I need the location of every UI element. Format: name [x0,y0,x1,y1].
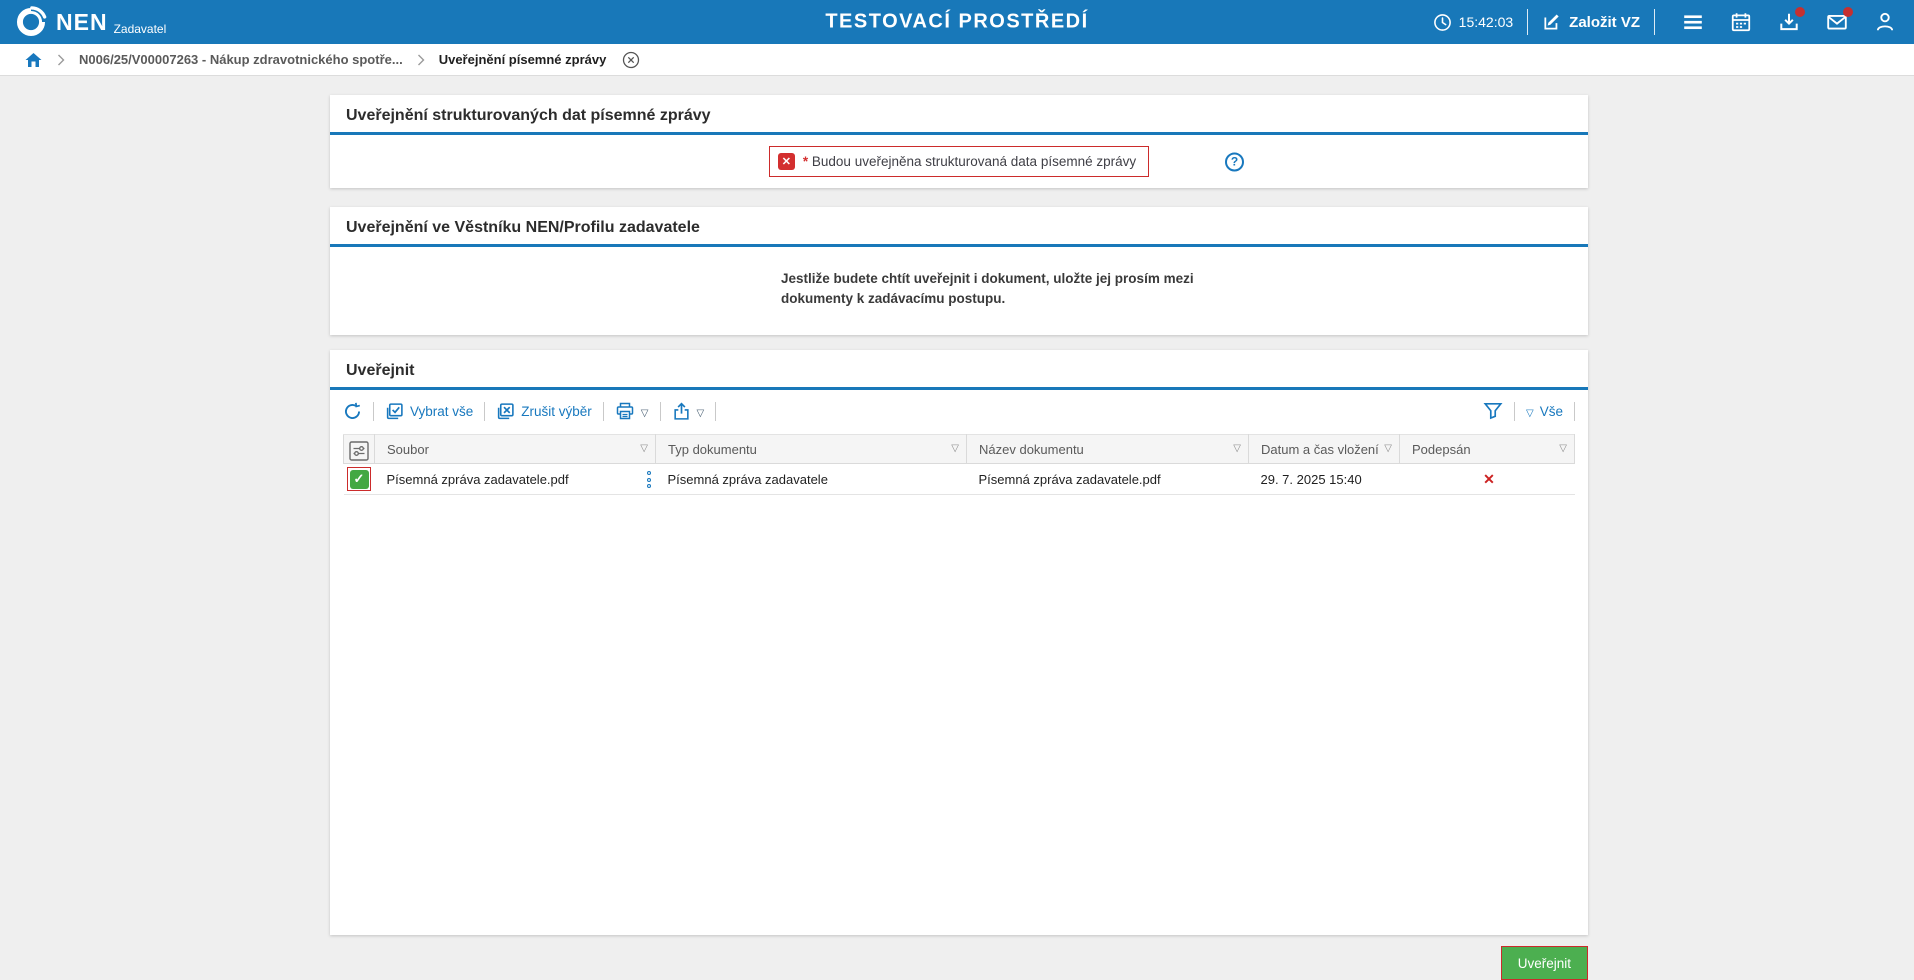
divider [1654,9,1655,35]
toolbar-divider [715,402,716,421]
logo-subtitle: Zadavatel [114,22,167,36]
column-settings-icon [348,440,370,462]
export-options-caret[interactable] [697,404,705,419]
clear-selection-icon [496,402,515,421]
table-row[interactable]: Písemná zpráva zadavatele.pdf Písemná zp… [344,464,1575,495]
create-vz-button[interactable]: Založit VZ [1542,12,1640,32]
cell-nazev-dokumentu: Písemná zpráva zadavatele.pdf [967,464,1249,495]
menu-icon[interactable] [1682,11,1704,33]
print-icon [615,401,635,421]
bulletin-note: Jestliže budete chtít uveřejnit i dokume… [781,269,1259,309]
home-icon[interactable] [24,51,43,69]
calendar-icon[interactable] [1730,11,1752,33]
publish-section-title: Uveřejnit [330,350,1588,390]
view-all-caret [1526,404,1534,419]
structured-checkbox-text: Budou uveřejněna strukturovaná data píse… [812,154,1136,169]
row-menu-icon[interactable] [647,471,651,488]
structured-section-body: * Budou uveřejněna strukturovaná data pí… [330,135,1588,188]
breadcrumb-procurement[interactable]: N006/25/V00007263 - Nákup zdravotnického… [79,52,403,67]
toolbar-divider [660,402,661,421]
select-all-button[interactable]: Vybrat vše [385,402,473,421]
nen-logo[interactable]: NEN Zadavatel [0,5,166,39]
nen-logo-icon [14,5,48,39]
breadcrumb: N006/25/V00007263 - Nákup zdravotnického… [0,44,1914,76]
structured-data-checkbox[interactable]: * Budou uveřejněna strukturovaná data pí… [769,146,1149,177]
print-options-caret[interactable] [641,404,649,419]
view-all-filter[interactable]: Vše [1526,404,1563,419]
structured-checkbox-label: * Budou uveřejněna strukturovaná data pí… [803,154,1136,169]
select-all-label: Vybrat vše [410,404,473,419]
session-clock: 15:42:03 [1433,13,1514,32]
clear-selection-button[interactable]: Zrušit výběr [496,402,592,421]
column-header-nazev-dokumentu[interactable]: Název dokumentu [967,435,1249,464]
edit-icon [1542,12,1562,32]
checkbox-checked-icon[interactable] [350,470,369,489]
cell-podepsan: ✕ [1400,464,1575,495]
clear-selection-label: Zrušit výběr [521,404,592,419]
documents-table: Soubor Typ dokumentu Název dokumentu Dat… [343,434,1575,495]
footer-actions: Uveřejnit [330,946,1588,980]
filter-funnel-icon[interactable] [1483,401,1503,421]
refresh-icon [343,402,362,421]
export-button[interactable] [672,402,705,421]
table-header-row: Soubor Typ dokumentu Název dokumentu Dat… [344,435,1575,464]
messages-badge [1843,7,1853,17]
chevron-right-icon [417,54,425,66]
downloads-icon[interactable] [1778,11,1800,33]
not-signed-icon: ✕ [1412,471,1567,488]
export-icon [672,402,691,421]
bulletin-section: Uveřejnění ve Věstníku NEN/Profilu zadav… [330,207,1588,335]
cell-soubor: Písemná zpráva zadavatele.pdf [375,464,656,495]
bulletin-section-title: Uveřejnění ve Věstníku NEN/Profilu zadav… [330,207,1588,247]
column-settings-header[interactable] [344,435,375,464]
help-icon[interactable]: ? [1225,152,1244,171]
row-checkbox-focused[interactable] [347,467,371,491]
publish-toolbar: Vybrat vše Zrušit výběr [330,390,1588,431]
close-tab-icon[interactable] [622,51,640,69]
session-time: 15:42:03 [1459,14,1514,30]
table-empty-area [330,495,1588,935]
toolbar-divider [373,402,374,421]
breadcrumb-current: Uveřejnění písemné zprávy [439,52,607,67]
view-all-label: Vše [1540,404,1563,419]
checkbox-unchecked-icon[interactable] [778,153,795,170]
downloads-badge [1795,7,1805,17]
logo-text: NEN [56,11,108,34]
divider [1527,9,1528,35]
column-header-datum[interactable]: Datum a čas vložení [1249,435,1400,464]
select-all-icon [385,402,404,421]
refresh-button[interactable] [343,402,362,421]
toolbar-divider [484,402,485,421]
column-header-typ-dokumentu[interactable]: Typ dokumentu [656,435,967,464]
structured-section-title: Uveřejnění strukturovaných dat písemné z… [330,95,1588,135]
messages-icon[interactable] [1826,11,1848,33]
user-icon[interactable] [1874,11,1896,33]
topbar-actions: 15:42:03 Založit VZ [1433,9,1914,35]
publish-section: Uveřejnit Vybrat vše Zrušit výběr [330,350,1588,935]
top-bar: NEN Zadavatel TESTOVACÍ PROSTŘEDÍ 15:42:… [0,0,1914,44]
chevron-right-icon [57,54,65,66]
publish-button[interactable]: Uveřejnit [1501,946,1588,980]
structured-data-section: Uveřejnění strukturovaných dat písemné z… [330,95,1588,188]
bulletin-section-body: Jestliže budete chtít uveřejnit i dokume… [330,247,1588,335]
print-button[interactable] [615,401,649,421]
environment-title: TESTOVACÍ PROSTŘEDÍ [825,11,1088,34]
toolbar-filter-group: Vše [1483,401,1575,421]
toolbar-divider [1514,402,1515,421]
create-vz-label: Založit VZ [1569,14,1640,31]
toolbar-divider [603,402,604,421]
cell-typ-dokumentu: Písemná zpráva zadavatele [656,464,967,495]
toolbar-divider [1574,402,1575,421]
clock-icon [1433,13,1452,32]
column-header-soubor[interactable]: Soubor [375,435,656,464]
cell-datum: 29. 7. 2025 15:40 [1249,464,1400,495]
column-header-podepsan[interactable]: Podepsán [1400,435,1575,464]
required-mark: * [803,154,808,169]
